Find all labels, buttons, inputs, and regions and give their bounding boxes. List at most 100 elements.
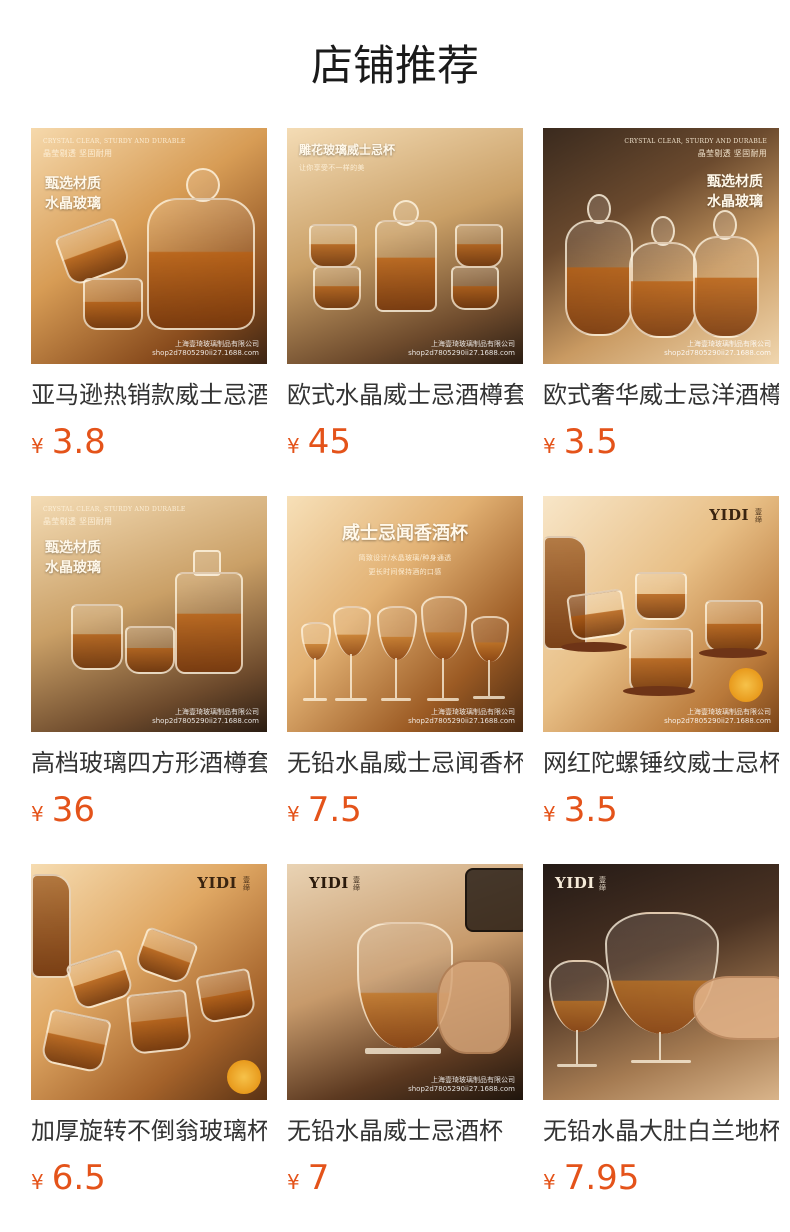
price-value: 36: [51, 790, 95, 830]
glass-base: [631, 1060, 691, 1063]
product-card[interactable]: CRYSTAL CLEAR, STURDY AND DURABLE 晶莹剔透 坚…: [31, 496, 267, 864]
product-card[interactable]: YIDI 壹缔 无铅水晶大肚白兰地杯 ¥7.95: [543, 864, 779, 1232]
price-value: 7.95: [563, 1158, 640, 1198]
decanter: [629, 242, 697, 338]
image-watermark: 上海壹琦玻璃制品有限公司 shop2d7805290ii27.1688.com: [152, 340, 259, 357]
product-image[interactable]: YIDI 壹缔 上海壹琦玻璃制品有限公司 shop2d7805290ii27.1…: [543, 496, 779, 732]
product-image[interactable]: CRYSTAL CLEAR, STURDY AND DURABLE 晶莹剔透 坚…: [31, 496, 267, 732]
price-value: 6.5: [51, 1158, 106, 1198]
price-value: 7.5: [307, 790, 362, 830]
currency-symbol: ¥: [31, 1170, 44, 1194]
product-image[interactable]: YIDI 壹缔: [543, 864, 779, 1100]
image-watermark: 上海壹琦玻璃制品有限公司 shop2d7805290ii27.1688.com: [664, 708, 771, 725]
image-tagline-en: CRYSTAL CLEAR, STURDY AND DURABLE: [43, 138, 186, 145]
image-watermark: 上海壹琦玻璃制品有限公司 shop2d7805290ii27.1688.com: [664, 340, 771, 357]
image-promo-sub: 让你享受不一样的美: [299, 164, 365, 172]
product-card[interactable]: CRYSTAL CLEAR, STURDY AND DURABLE 晶莹剔透 坚…: [31, 128, 267, 496]
hand: [693, 976, 779, 1040]
product-name[interactable]: 欧式水晶威士忌酒樽套装: [287, 378, 523, 412]
image-tagline-en: CRYSTAL CLEAR, STURDY AND DURABLE: [624, 138, 767, 145]
product-name[interactable]: 网红陀螺锤纹威士忌杯: [543, 746, 779, 780]
product-name[interactable]: 无铅水晶威士忌闻香杯: [287, 746, 523, 780]
product-image[interactable]: CRYSTAL CLEAR, STURDY AND DURABLE 晶莹剔透 坚…: [31, 128, 267, 364]
glass-stem: [488, 660, 490, 696]
glass-base: [427, 698, 459, 701]
currency-symbol: ¥: [287, 802, 300, 826]
product-name[interactable]: 欧式奢华威士忌洋酒樽: [543, 378, 779, 412]
brand-logo: YIDI: [309, 874, 349, 892]
currency-symbol: ¥: [31, 434, 44, 458]
page-title: 店铺推荐: [310, 41, 479, 90]
product-card[interactable]: YIDI 壹缔 加厚旋转不倒翁玻璃杯 ¥6.5: [31, 864, 267, 1232]
decanter: [375, 220, 437, 312]
nosing-glass: [377, 606, 417, 660]
glass-base: [365, 1048, 441, 1054]
glass-stem: [659, 1032, 661, 1060]
image-watermark: 上海壹琦玻璃制品有限公司 shop2d7805290ii27.1688.com: [408, 708, 515, 725]
image-promo-line: 甄选材质: [707, 174, 763, 190]
whisky-glass: [566, 588, 628, 642]
product-card[interactable]: YIDI 壹缔 上海壹琦玻璃制品有限公司 shop2d7805290ii27.1…: [543, 496, 779, 864]
price-value: 3.5: [563, 790, 618, 830]
glass-stem: [442, 658, 444, 698]
hand: [437, 960, 511, 1054]
brandy-snifter: [549, 960, 609, 1032]
nosing-glass: [301, 622, 331, 660]
tilted-whisky-glass: [126, 989, 192, 1055]
whisky-glass: [309, 224, 357, 268]
product-card[interactable]: 雕花玻璃威士忌杯 让你享受不一样的美 上海壹琦玻璃制品有限公司 shop2d78…: [287, 128, 523, 496]
product-price: ¥45: [287, 420, 523, 464]
whisky-glass: [83, 278, 143, 330]
glass-base: [557, 1064, 597, 1067]
image-promo-title: 威士忌闻香酒杯: [342, 523, 468, 544]
whisky-glass: [313, 266, 361, 310]
price-value: 45: [307, 422, 351, 462]
whisky-glass: [71, 604, 123, 670]
product-name[interactable]: 无铅水晶大肚白兰地杯: [543, 1114, 779, 1148]
decanter: [565, 220, 633, 336]
currency-symbol: ¥: [287, 1170, 300, 1194]
product-card[interactable]: CRYSTAL CLEAR, STURDY AND DURABLE 晶莹剔透 坚…: [543, 128, 779, 496]
tilted-whisky-glass: [40, 1008, 112, 1074]
cognac-bottle: [31, 874, 71, 978]
product-image[interactable]: YIDI 壹缔 上海壹琦玻璃制品有限公司 shop2d7805290ii27.1…: [287, 864, 523, 1100]
currency-symbol: ¥: [543, 434, 556, 458]
product-price: ¥7.5: [287, 788, 523, 832]
product-name[interactable]: 加厚旋转不倒翁玻璃杯: [31, 1114, 267, 1148]
currency-symbol: ¥: [543, 1170, 556, 1194]
glass-base: [303, 698, 327, 701]
product-image[interactable]: CRYSTAL CLEAR, STURDY AND DURABLE 晶莹剔透 坚…: [543, 128, 779, 364]
image-tagline-cn: 晶莹剔透 坚固耐用: [43, 149, 113, 158]
product-name[interactable]: 高档玻璃四方形酒樽套装: [31, 746, 267, 780]
product-price: ¥3.5: [543, 788, 779, 832]
glass-stem: [576, 1030, 578, 1064]
product-price: ¥6.5: [31, 1156, 267, 1200]
whisky-glass: [629, 628, 693, 694]
product-price: ¥7: [287, 1156, 523, 1200]
glass-stem: [395, 658, 397, 698]
product-price: ¥7.95: [543, 1156, 779, 1200]
product-grid: CRYSTAL CLEAR, STURDY AND DURABLE 晶莹剔透 坚…: [31, 128, 779, 1232]
image-promo-line: 水晶玻璃: [45, 560, 101, 576]
currency-symbol: ¥: [543, 802, 556, 826]
brand-logo-sub: 壹缔: [599, 876, 607, 892]
image-promo-line: 甄选材质: [45, 176, 101, 192]
product-image[interactable]: 雕花玻璃威士忌杯 让你享受不一样的美 上海壹琦玻璃制品有限公司 shop2d78…: [287, 128, 523, 364]
image-tagline-cn: 晶莹剔透 坚固耐用: [697, 149, 767, 158]
whisky-glass: [635, 572, 687, 620]
product-card[interactable]: YIDI 壹缔 上海壹琦玻璃制品有限公司 shop2d7805290ii27.1…: [287, 864, 523, 1232]
brand-logo: YIDI: [197, 874, 237, 892]
brand-logo: YIDI: [709, 506, 749, 524]
tilted-whisky-glass: [65, 948, 135, 1012]
product-image[interactable]: 威士忌闻香酒杯 简致设计/水晶玻璃/种身通透 更长时间保持酒的口感 上海壹琦玻璃…: [287, 496, 523, 732]
product-name[interactable]: 无铅水晶威士忌酒杯: [287, 1114, 523, 1148]
image-promo-line: 水晶玻璃: [707, 194, 763, 210]
product-image[interactable]: YIDI 壹缔: [31, 864, 267, 1100]
lantern: [465, 868, 523, 932]
product-price: ¥3.8: [31, 420, 267, 464]
product-name[interactable]: 亚马逊热销款威士忌酒樽: [31, 378, 267, 412]
product-card[interactable]: 威士忌闻香酒杯 简致设计/水晶玻璃/种身通透 更长时间保持酒的口感 上海壹琦玻璃…: [287, 496, 523, 864]
glass-stem: [314, 658, 316, 698]
whisky-glass: [54, 216, 132, 288]
decanter: [175, 572, 243, 674]
